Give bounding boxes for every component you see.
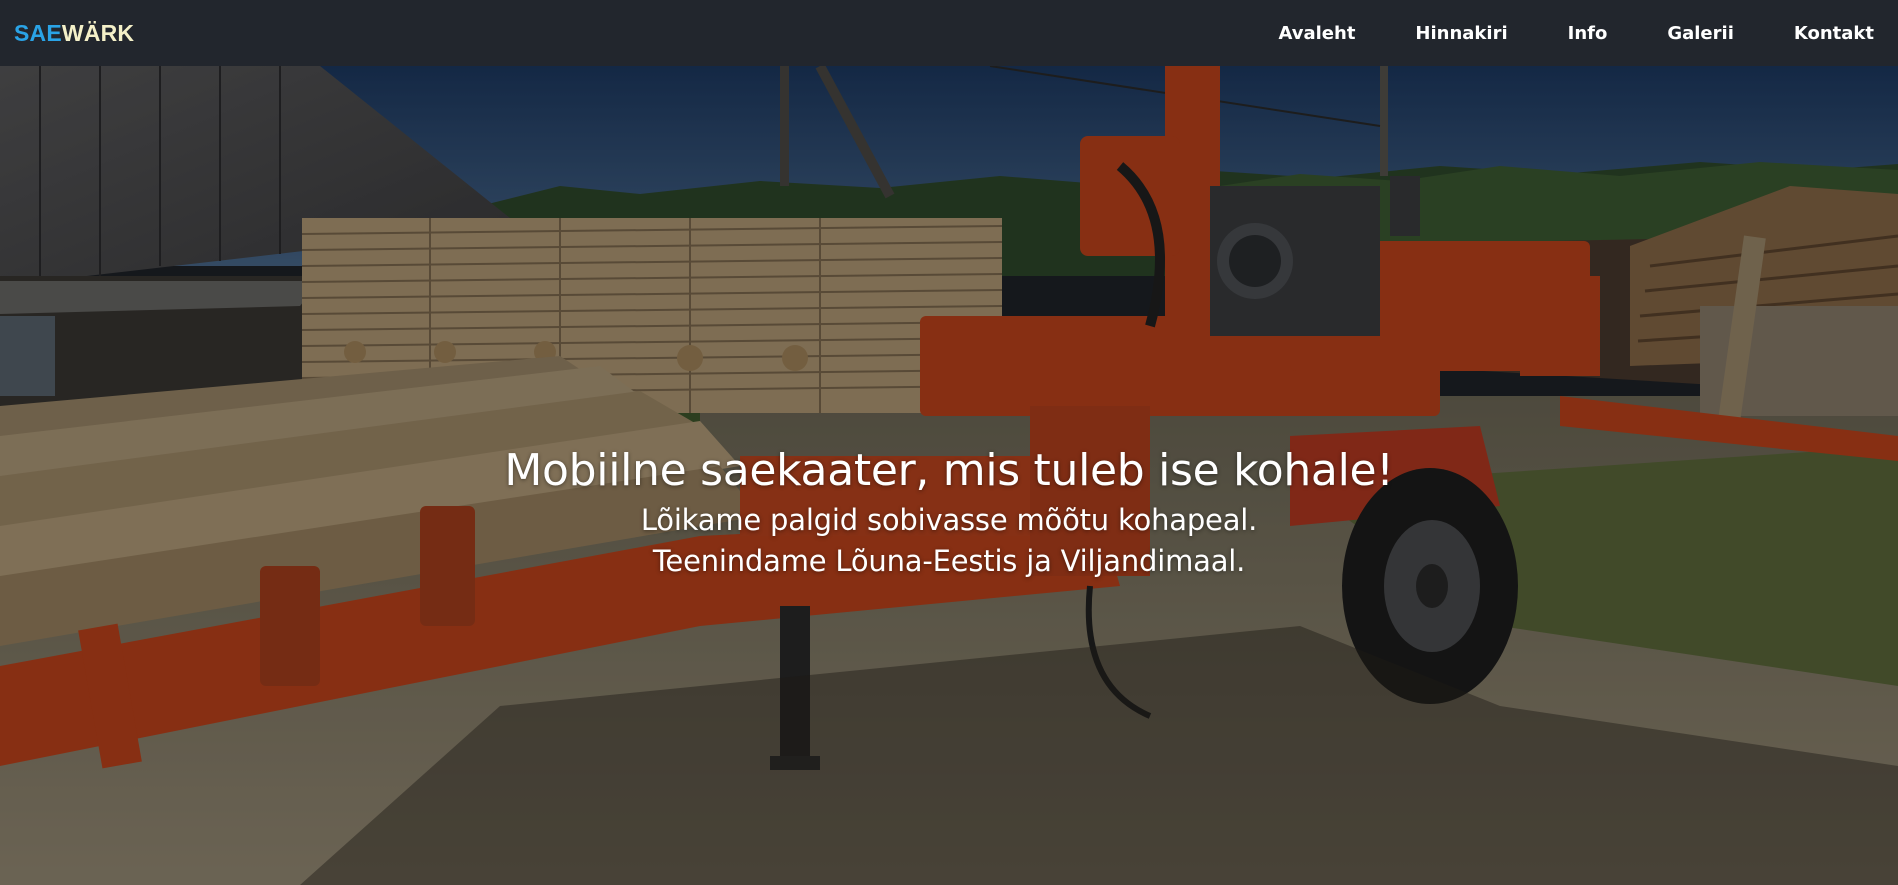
brand-logo[interactable]: SAEWÄRK <box>14 20 134 47</box>
nav-link-galerii[interactable]: Galerii <box>1667 23 1734 44</box>
hero-subtitle-line-1: Lõikame palgid sobivasse mõõtu kohapeal. <box>640 503 1258 537</box>
brand-logo-part-sae: SAE <box>14 19 62 46</box>
hero-title: Mobiilne saekaater, mis tuleb ise kohale… <box>504 445 1394 496</box>
hero-text-block: Mobiilne saekaater, mis tuleb ise kohale… <box>0 442 1898 582</box>
brand-logo-part-wark: WÄRK <box>61 19 135 46</box>
nav-link-info[interactable]: Info <box>1568 23 1608 44</box>
hero-subtitle-line-2: Teenindame Lõuna-Eestis ja Viljandimaal. <box>652 544 1246 578</box>
main-nav: Avaleht Hinnakiri Info Galerii Kontakt <box>1218 0 1874 66</box>
hero-section: Mobiilne saekaater, mis tuleb ise kohale… <box>0 66 1898 885</box>
nav-link-avaleht[interactable]: Avaleht <box>1278 23 1355 44</box>
nav-link-hinnakiri[interactable]: Hinnakiri <box>1415 23 1507 44</box>
nav-link-kontakt[interactable]: Kontakt <box>1794 23 1874 44</box>
navbar: SAEWÄRK Avaleht Hinnakiri Info Galerii K… <box>0 0 1898 66</box>
